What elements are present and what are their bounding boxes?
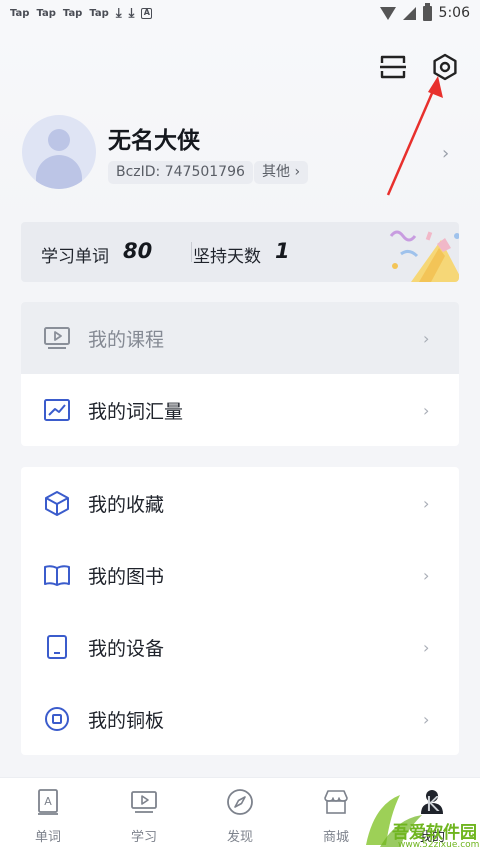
words-learned-value: 80	[123, 239, 153, 263]
chevron-right-icon: ›	[423, 709, 430, 729]
tap-indicator: Tap	[89, 7, 109, 19]
study-video-icon	[131, 791, 157, 813]
nav-tab-words[interactable]: A 单词	[0, 778, 96, 855]
word-card-icon: A	[38, 789, 58, 815]
words-learned-label: 学习单词	[41, 247, 109, 267]
coin-icon	[45, 707, 69, 731]
chevron-right-icon: ›	[423, 493, 430, 513]
menu-item-my-favorites[interactable]: 我的收藏 ›	[21, 467, 459, 539]
status-time: 5:06	[438, 5, 470, 21]
book-icon	[44, 565, 70, 586]
device-icon	[47, 635, 67, 659]
svg-text:K: K	[426, 792, 440, 816]
status-bar: Tap Tap Tap Tap ⤓ ⤓ A 5:06	[0, 0, 480, 26]
days-streak-label: 坚持天数	[193, 247, 261, 267]
menu-item-label: 我的铜板	[88, 709, 165, 732]
annotation-arrow	[386, 76, 443, 196]
course-video-icon	[44, 327, 70, 349]
status-notifications: Tap Tap Tap Tap ⤓ ⤓ A	[10, 5, 153, 21]
menu-item-my-vocabulary[interactable]: 我的词汇量 ›	[21, 374, 459, 446]
other-button[interactable]: 其他 ›	[254, 161, 309, 184]
chevron-right-icon: ›	[423, 328, 430, 348]
menu-group-courses: 我的课程 › 我的词汇量 ›	[21, 302, 459, 446]
user-id-badge: BczID: 747501796	[108, 161, 253, 184]
compass-icon	[227, 789, 253, 815]
avatar[interactable]	[22, 115, 96, 189]
menu-item-label: 我的图书	[88, 565, 165, 588]
nav-label: 发现	[226, 830, 253, 845]
vocab-chart-icon	[44, 399, 70, 421]
menu-item-label: 我的词汇量	[88, 400, 184, 423]
menu-item-my-devices[interactable]: 我的设备 ›	[21, 611, 459, 683]
tap-indicator: Tap	[62, 7, 83, 19]
menu-item-my-books[interactable]: 我的图书 ›	[21, 539, 459, 611]
app-notification-icon: A	[141, 7, 153, 19]
nav-label: 单词	[34, 830, 61, 845]
wifi-icon	[379, 6, 396, 20]
party-popper-icon	[389, 230, 459, 282]
nav-tab-discover[interactable]: 发现	[192, 778, 288, 855]
nav-label: 学习	[130, 830, 157, 845]
tap-indicator: Tap	[36, 7, 56, 19]
download-icon: ⤓	[115, 5, 122, 21]
battery-icon	[422, 2, 432, 21]
user-name[interactable]: 无名大侠	[108, 121, 200, 155]
download-icon: ⤓	[128, 5, 135, 21]
watermark-url: www.52zixue.com	[398, 840, 480, 850]
chevron-right-icon: ›	[423, 400, 430, 420]
menu-group-personal: 我的收藏 › 我的图书 › 我的设备 › 我的铜板 ›	[21, 467, 459, 755]
chevron-right-icon[interactable]: ›	[442, 143, 449, 164]
menu-item-label: 我的设备	[88, 637, 165, 660]
svg-text:A: A	[44, 795, 52, 808]
menu-item-my-courses[interactable]: 我的课程 ›	[21, 302, 459, 374]
menu-item-my-coins[interactable]: 我的铜板 ›	[21, 683, 459, 755]
nav-tab-study[interactable]: 学习	[96, 778, 192, 855]
signal-icon	[402, 6, 416, 20]
favorites-cube-icon	[45, 491, 69, 516]
days-streak-value: 1	[275, 239, 290, 263]
menu-item-label: 我的收藏	[88, 493, 165, 516]
status-system: 5:06	[379, 2, 470, 21]
learning-stats: 学习单词 80 坚持天数 1	[21, 222, 459, 282]
store-icon	[324, 790, 348, 814]
chevron-right-icon: ›	[423, 565, 430, 585]
menu-item-label: 我的课程	[88, 328, 165, 351]
tap-indicator: Tap	[10, 7, 30, 19]
stats-divider	[191, 242, 192, 262]
chevron-right-icon: ›	[423, 637, 430, 657]
